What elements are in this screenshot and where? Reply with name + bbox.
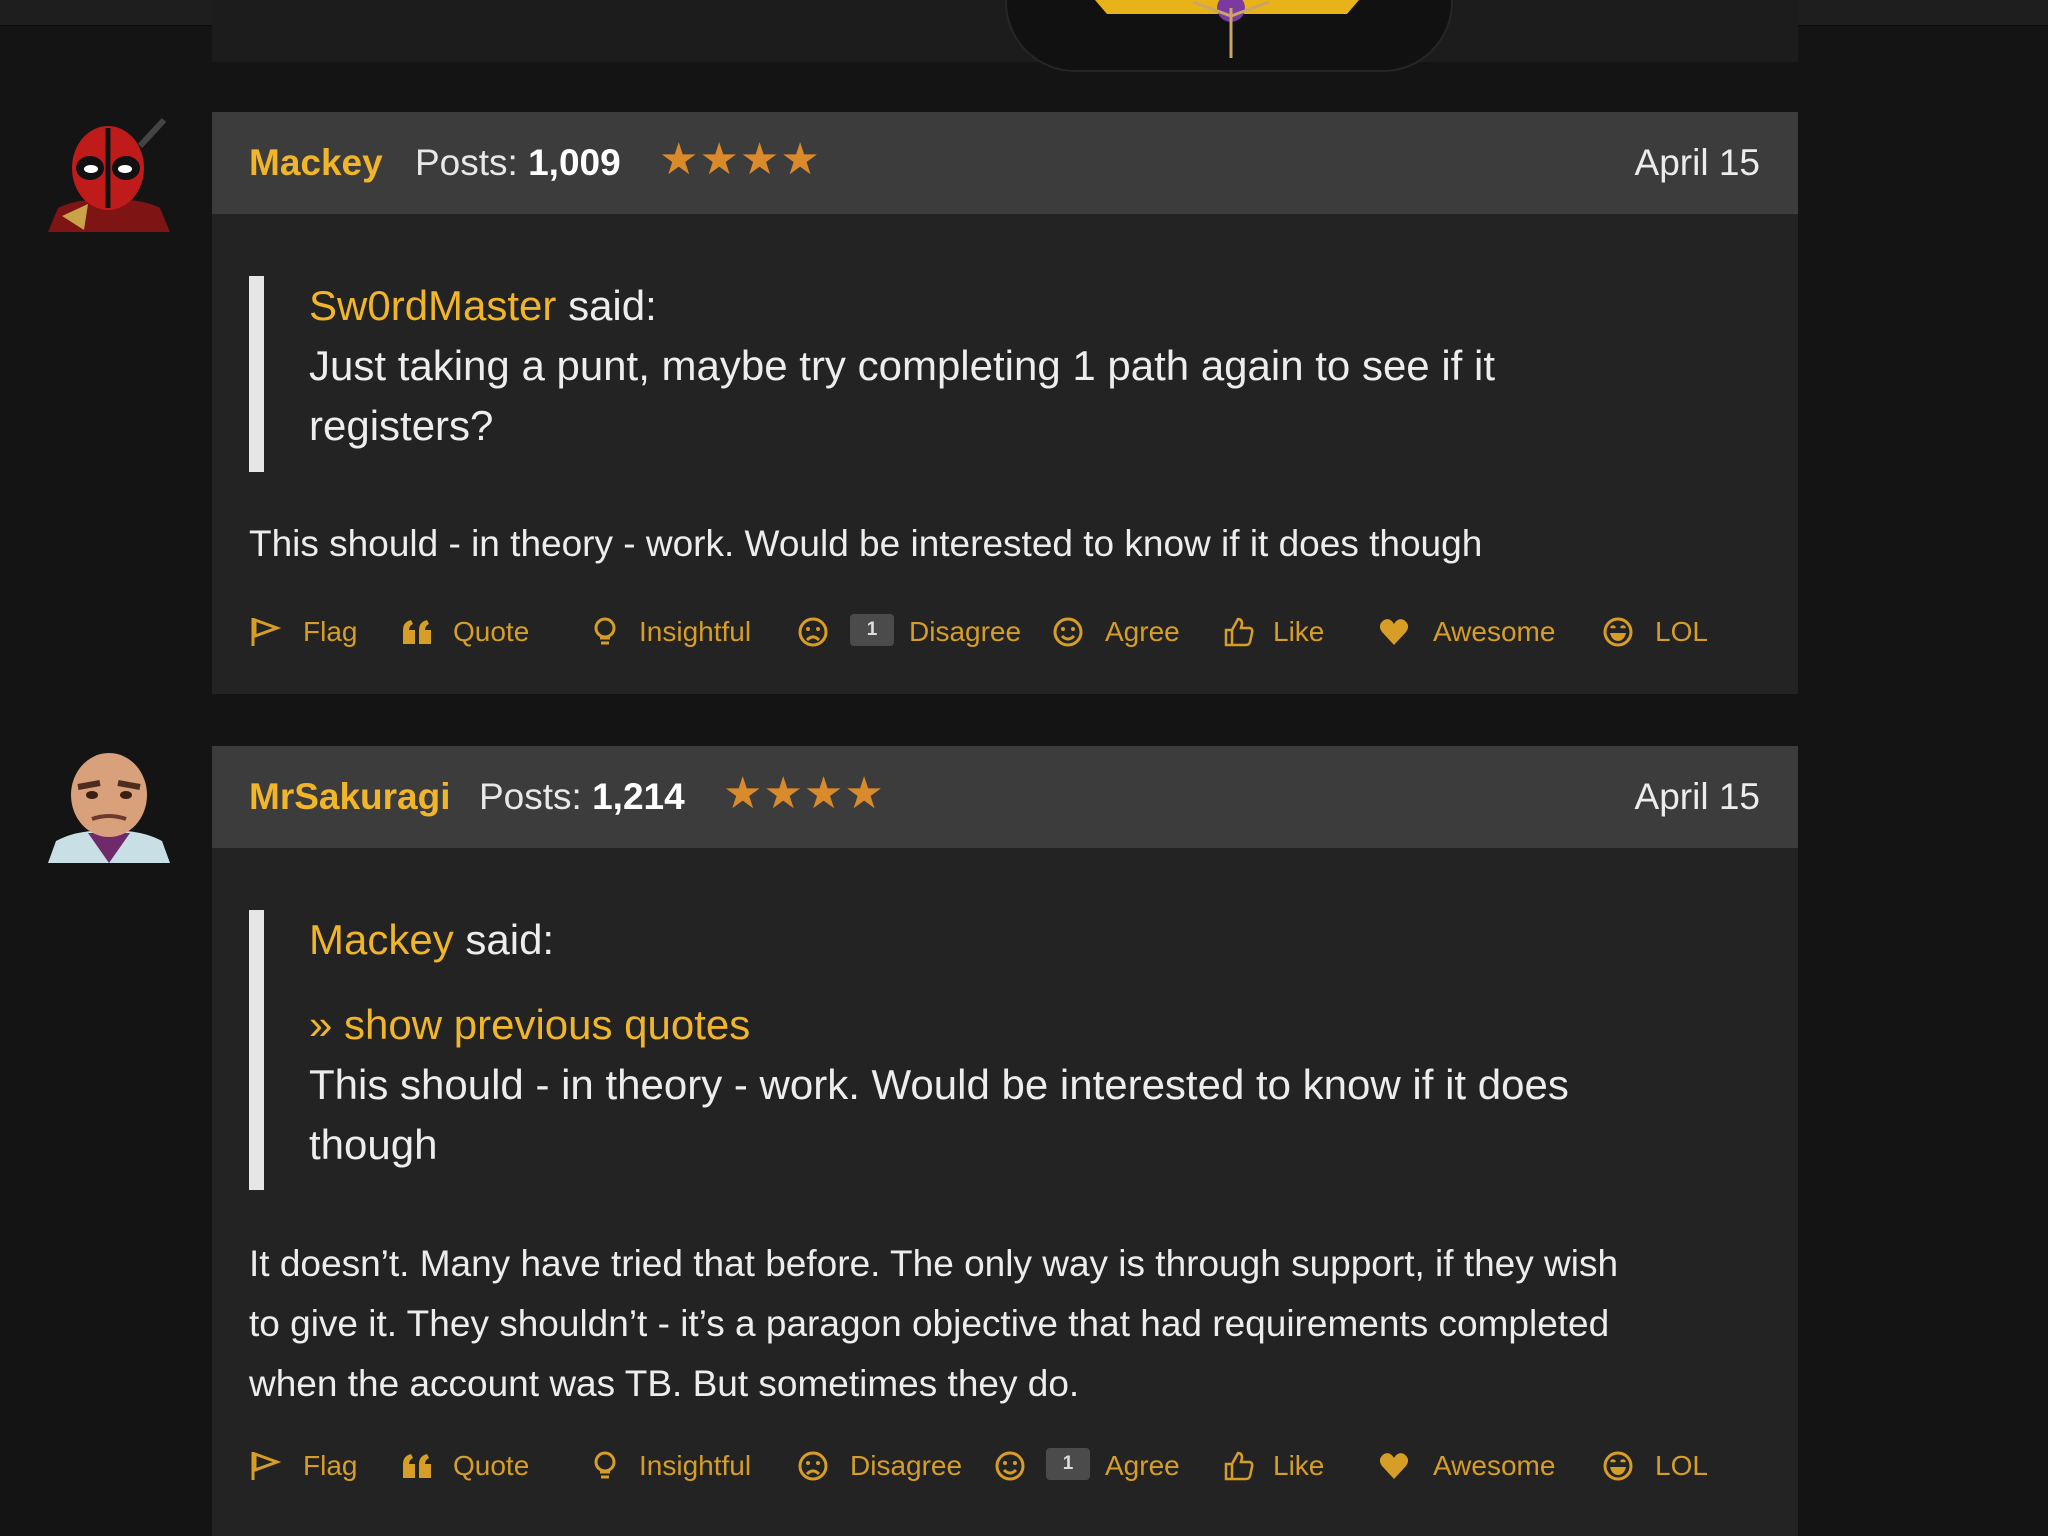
quote-said: said: (568, 282, 657, 329)
agree-count: 1 (1046, 1448, 1090, 1480)
like-label: Like (1273, 1450, 1325, 1481)
flag-label: Flag (303, 1450, 358, 1481)
frown-icon (798, 617, 828, 647)
frown-icon (798, 1451, 828, 1481)
posts-label: Posts: (479, 776, 582, 817)
avatar[interactable] (48, 116, 170, 232)
site-logo[interactable] (1005, 0, 1453, 72)
rank-stars: ★★★★ (659, 135, 821, 184)
agree-label: Agree (1105, 616, 1180, 647)
username[interactable]: Mackey (249, 142, 383, 184)
flag-icon (251, 617, 281, 646)
quote-icon (403, 620, 431, 644)
body-line: when the account was TB. But sometimes t… (249, 1363, 1080, 1404)
heart-icon (1379, 619, 1409, 645)
post-body: This should - in theory - work. Would be… (249, 514, 1769, 574)
blockquote: Mackey said: » show previous quotes This… (249, 910, 1709, 1190)
like-label: Like (1273, 616, 1325, 647)
quote-label: Quote (453, 1450, 530, 1481)
insightful-label: Insightful (639, 1450, 752, 1481)
thumbs-up-icon (1224, 617, 1254, 647)
body-line: It doesn’t. Many have tried that before.… (249, 1243, 1619, 1284)
username[interactable]: MrSakuragi (249, 776, 451, 818)
post-date[interactable]: April 15 (1635, 776, 1760, 818)
smile-icon (1053, 617, 1083, 647)
flag-label: Flag (303, 616, 358, 647)
quote-line: Just taking a punt, maybe try completing… (309, 342, 1496, 389)
thumbs-up-icon (1224, 1451, 1254, 1481)
quoted-author[interactable]: Mackey (309, 916, 454, 963)
quote-line: though (309, 1121, 438, 1168)
rank-stars: ★★★★ (723, 769, 885, 818)
posts-number: 1,009 (528, 142, 621, 183)
awesome-label: Awesome (1433, 1450, 1556, 1481)
body-line: This should - in theory - work. Would be… (249, 523, 1483, 564)
quoted-author[interactable]: Sw0rdMaster (309, 282, 556, 329)
disagree-label: Disagree (909, 616, 1022, 647)
post-card: MrSakuragi Posts: 1,214 ★★★★ April 15 Ma… (212, 746, 1798, 1536)
post-header: Mackey Posts: 1,009 ★★★★ April 15 (212, 112, 1798, 214)
show-previous-quotes-link[interactable]: » show previous quotes (309, 995, 1709, 1055)
avatar[interactable] (48, 747, 170, 863)
post-header: MrSakuragi Posts: 1,214 ★★★★ April 15 (212, 746, 1798, 848)
awesome-label: Awesome (1433, 616, 1556, 647)
disagree-count: 1 (850, 614, 894, 646)
insightful-label: Insightful (639, 616, 752, 647)
post-count: Posts: 1,214 (479, 776, 685, 818)
quote-said: said: (465, 916, 555, 963)
lightbulb-icon (594, 617, 616, 645)
posts-label: Posts: (415, 142, 518, 183)
quote-label: Quote (453, 616, 530, 647)
post-date[interactable]: April 15 (1635, 142, 1760, 184)
post-body: It doesn’t. Many have tried that before.… (249, 1234, 1769, 1414)
lol-label: LOL (1655, 1450, 1708, 1481)
post-count: Posts: 1,009 (415, 142, 621, 184)
laugh-icon (1603, 1451, 1633, 1481)
quote-line: This should - in theory - work. Would be… (309, 1061, 1569, 1108)
quote-icon (403, 1454, 431, 1478)
posts-number: 1,214 (592, 776, 685, 817)
lol-label: LOL (1655, 616, 1708, 647)
post-actions: Flag Quote Insightful 1 Disagree Agree L… (249, 612, 1749, 656)
laugh-icon (1603, 617, 1633, 647)
blockquote: Sw0rdMaster said: Just taking a punt, ma… (249, 276, 1649, 472)
lightbulb-icon (594, 1451, 616, 1479)
smile-icon (995, 1451, 1025, 1481)
flag-icon (251, 1451, 281, 1480)
quote-line: registers? (309, 402, 494, 449)
post-card: Mackey Posts: 1,009 ★★★★ April 15 Sw0rdM… (212, 112, 1798, 694)
heart-icon (1379, 1453, 1409, 1479)
disagree-label: Disagree (850, 1450, 963, 1481)
post-actions: Flag Quote Insightful Disagree 1 Agree L… (249, 1446, 1749, 1490)
body-line: to give it. They shouldn’t - it’s a para… (249, 1303, 1610, 1344)
agree-label: Agree (1105, 1450, 1180, 1481)
